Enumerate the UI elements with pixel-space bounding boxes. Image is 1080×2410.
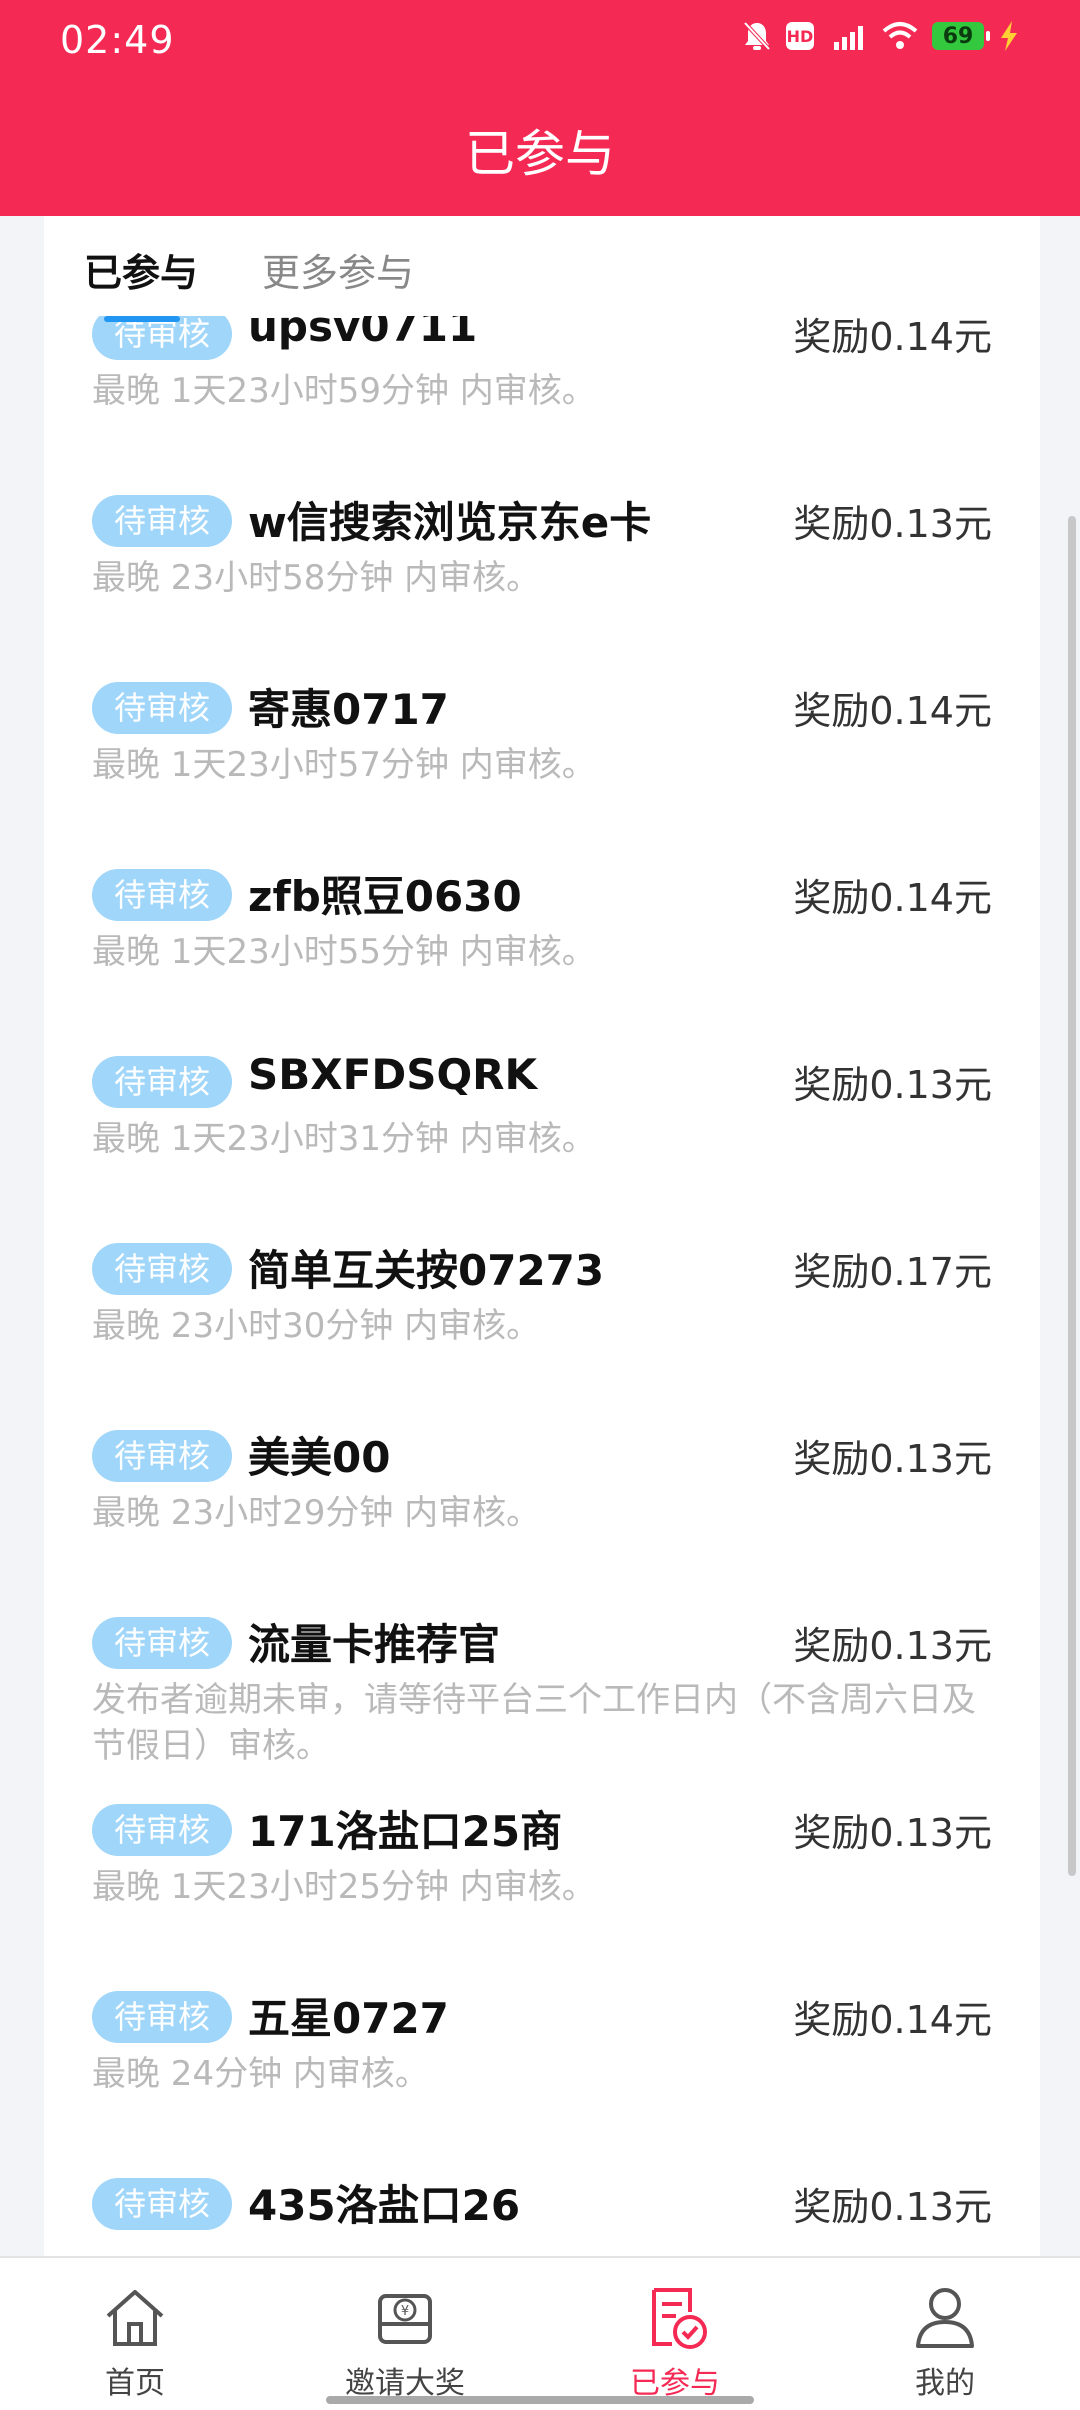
task-reward: 奖励0.13元 (793, 1437, 992, 1481)
list-item[interactable]: 待审核 w信搜索浏览京东e卡 奖励0.13元 最晚 23小时58分钟 内审核。 (44, 461, 1040, 641)
list-item[interactable]: 待审核 upsv0711 奖励0.14元 最晚 1天23小时59分钟 内审核。 (44, 316, 1040, 454)
tab-more-joined[interactable]: 更多参与 (262, 242, 414, 297)
status-icons: HD 69 (742, 20, 1020, 52)
task-title: 五星0727 (248, 1994, 449, 2043)
status-badge: 待审核 (92, 316, 232, 360)
gift-icon: ¥ (370, 2282, 440, 2352)
task-title: 简单互关按07273 (248, 1246, 605, 1295)
page-header: 已参与 (0, 80, 1080, 216)
nav-item-invite[interactable]: ¥ 邀请大奖 (270, 2258, 540, 2410)
home-indicator[interactable] (326, 2396, 754, 2404)
task-title: 寄惠0717 (248, 685, 449, 734)
list-item[interactable]: 待审核 流量卡推荐官 奖励0.13元 发布者逾期未审，请等待平台三个工作日内（不… (44, 1583, 1040, 1773)
list-item[interactable]: 待审核 寄惠0717 奖励0.14元 最晚 1天23小时57分钟 内审核。 (44, 648, 1040, 828)
task-panel: 已参与 更多参与 待审核 upsv0711 奖励0.14元 最晚 1天23小时5… (44, 216, 1040, 2256)
task-note: 最晚 1天23小时55分钟 内审核。 (92, 932, 596, 972)
user-icon (910, 2282, 980, 2352)
task-note: 最晚 1天23小时59分钟 内审核。 (92, 371, 596, 411)
charging-icon (998, 20, 1020, 52)
task-title: zfb照豆0630 (248, 872, 522, 921)
nav-label: 首页 (105, 2366, 165, 2401)
nav-label: 我的 (915, 2366, 975, 2401)
nav-item-joined[interactable]: 已参与 (540, 2258, 810, 2410)
task-reward: 奖励0.13元 (793, 1624, 992, 1668)
task-title: 435洛盐口26 (248, 2181, 521, 2230)
task-title: 流量卡推荐官 (248, 1620, 501, 1669)
status-badge: 待审核 (92, 1991, 232, 2043)
task-title: SBXFDSQRK (248, 1050, 538, 1099)
task-reward: 奖励0.17元 (793, 1250, 992, 1294)
status-bar: 02:49 HD 69 (0, 0, 1080, 80)
list-item[interactable]: 待审核 简单互关按07273 奖励0.17元 最晚 23小时30分钟 内审核。 (44, 1209, 1040, 1389)
home-icon (100, 2282, 170, 2352)
task-note: 最晚 24分钟 内审核。 (92, 2054, 429, 2094)
task-title: 171洛盐口25商 (248, 1807, 563, 1856)
task-reward: 奖励0.14元 (793, 316, 992, 359)
signal-5g-icon (828, 20, 868, 52)
status-time: 02:49 (60, 18, 175, 62)
task-title: 美美00 (248, 1433, 391, 1482)
status-badge: 待审核 (92, 1617, 232, 1669)
status-badge: 待审核 (92, 1804, 232, 1856)
svg-text:¥: ¥ (401, 2304, 409, 2319)
task-reward: 奖励0.13元 (793, 2185, 992, 2229)
task-title: w信搜索浏览京东e卡 (248, 498, 652, 547)
battery-icon: 69 (932, 22, 990, 50)
task-note: 最晚 23小时30分钟 内审核。 (92, 1306, 541, 1346)
list-item[interactable]: 待审核 五星0727 奖励0.14元 最晚 24分钟 内审核。 (44, 1957, 1040, 2137)
scrollbar[interactable] (1068, 516, 1076, 1876)
status-badge: 待审核 (92, 1243, 232, 1295)
status-badge: 待审核 (92, 682, 232, 734)
bottom-nav: 首页 ¥ 邀请大奖 已参与 我的 (0, 2256, 1080, 2410)
task-list[interactable]: 待审核 upsv0711 奖励0.14元 最晚 1天23小时59分钟 内审核。 … (44, 316, 1040, 2256)
task-reward: 奖励0.13元 (793, 502, 992, 546)
list-item[interactable]: 待审核 SBXFDSQRK 奖励0.13元 最晚 1天23小时31分钟 内审核。 (44, 1022, 1040, 1202)
task-reward: 奖励0.14元 (793, 876, 992, 920)
task-note: 最晚 23小时29分钟 内审核。 (92, 1493, 541, 1533)
task-reward: 奖励0.13元 (793, 1063, 992, 1107)
nav-item-mine[interactable]: 我的 (810, 2258, 1080, 2410)
nav-item-home[interactable]: 首页 (0, 2258, 270, 2410)
task-note: 最晚 1天23小时25分钟 内审核。 (92, 1867, 596, 1907)
status-badge: 待审核 (92, 2178, 232, 2230)
tab-bar: 已参与 更多参与 (44, 216, 1040, 316)
hd-voice-icon: HD (786, 22, 814, 50)
list-item[interactable]: 待审核 美美00 奖励0.13元 最晚 23小时29分钟 内审核。 (44, 1396, 1040, 1576)
status-badge: 待审核 (92, 1056, 232, 1108)
task-note: 最晚 1天23小时31分钟 内审核。 (92, 1119, 596, 1159)
status-badge: 待审核 (92, 869, 232, 921)
list-item[interactable]: 待审核 zfb照豆0630 奖励0.14元 最晚 1天23小时55分钟 内审核。 (44, 835, 1040, 1015)
tab-joined[interactable]: 已参与 (84, 242, 198, 297)
task-reward: 奖励0.14元 (793, 1998, 992, 2042)
wifi-icon (882, 21, 918, 51)
page-title: 已参与 (465, 125, 615, 183)
status-badge: 待审核 (92, 1430, 232, 1482)
task-title: upsv0711 (248, 316, 478, 351)
task-note: 最晚 1天23小时57分钟 内审核。 (92, 745, 596, 785)
list-item[interactable]: 待审核 171洛盐口25商 奖励0.13元 最晚 1天23小时25分钟 内审核。 (44, 1770, 1040, 1950)
mute-bell-icon (742, 20, 772, 52)
list-item[interactable]: 待审核 435洛盐口26 奖励0.13元 (44, 2144, 1040, 2256)
task-note: 最晚 23小时58分钟 内审核。 (92, 558, 541, 598)
task-note: 发布者逾期未审，请等待平台三个工作日内（不含周六日及节假日）审核。 (92, 1680, 976, 1766)
task-reward: 奖励0.13元 (793, 1811, 992, 1855)
task-reward: 奖励0.14元 (793, 689, 992, 733)
clipboard-check-icon (640, 2282, 710, 2352)
status-badge: 待审核 (92, 495, 232, 547)
tab-active-indicator (104, 316, 180, 322)
